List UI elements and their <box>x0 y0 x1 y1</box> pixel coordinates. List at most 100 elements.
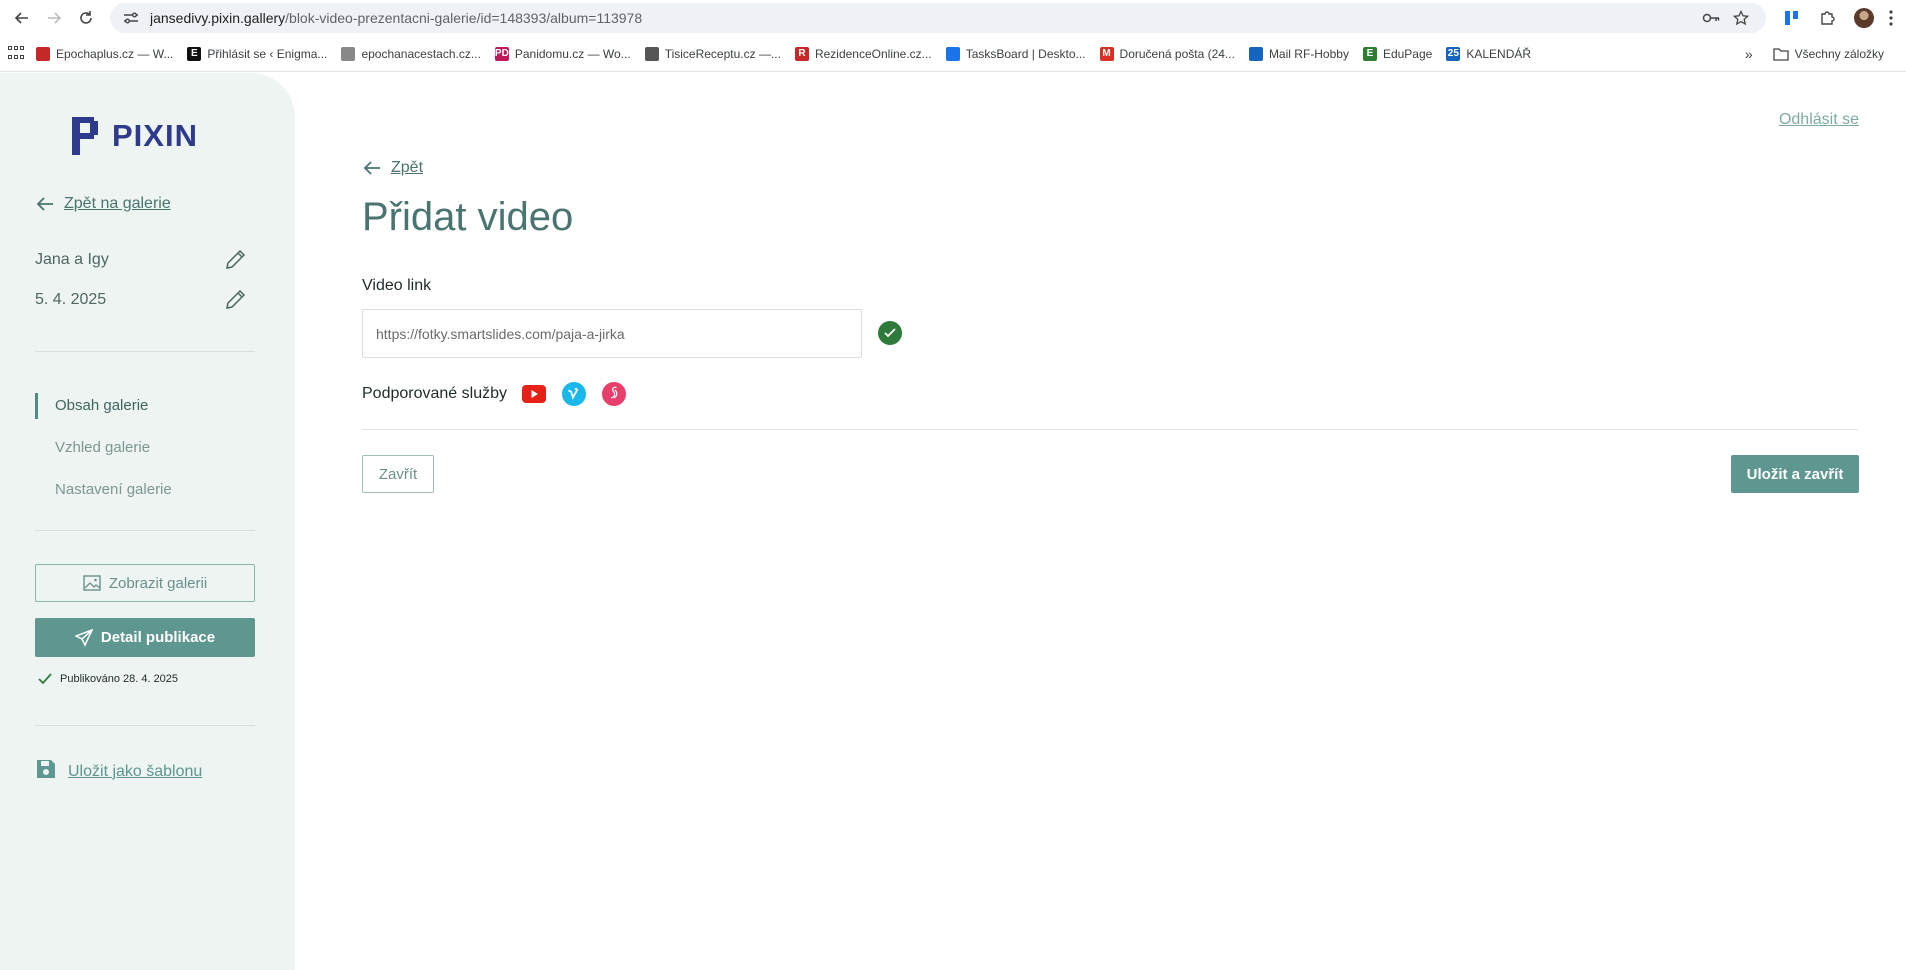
send-icon <box>74 628 93 647</box>
show-gallery-button[interactable]: Zobrazit galerii <box>35 564 255 602</box>
back-link[interactable]: Zpět <box>363 159 423 177</box>
sidebar-divider <box>35 351 255 352</box>
bookmark-item[interactable]: M Doručená pošta (24... <box>1099 46 1235 61</box>
back-arrow-icon[interactable] <box>6 2 38 34</box>
bookmark-label: KALENDÁŘ <box>1466 46 1532 61</box>
bookmark-label: Panidomu.cz — Wo... <box>514 46 631 61</box>
url-text: jansedivy.pixin.gallery/blok-video-preze… <box>150 10 643 26</box>
bookmark-label: Přihlásit se ‹ Enigma... <box>207 46 328 61</box>
pixin-logo-mark-icon <box>72 117 98 155</box>
logout-link[interactable]: Odhlásit se <box>1779 111 1859 129</box>
vimeo-icon <box>561 381 587 407</box>
bookmark-item[interactable]: R RezidenceOnline.cz... <box>794 46 932 61</box>
star-icon[interactable] <box>1726 10 1756 26</box>
menu-item-vzhled-galerie[interactable]: Vzhled galerie <box>35 427 172 469</box>
bookmark-label: TasksBoard | Deskto... <box>965 46 1086 61</box>
back-to-galleries-link[interactable]: Zpět na galerie <box>36 195 171 213</box>
bookmark-favicon-icon: PD <box>494 46 509 61</box>
image-icon <box>83 575 101 591</box>
bookmark-item[interactable]: Mail RF-Hobby <box>1248 46 1349 61</box>
bookmark-favicon-icon: R <box>794 46 809 61</box>
bookmark-label: Epochaplus.cz — W... <box>56 46 174 61</box>
supported-services: Podporované služby <box>362 381 627 407</box>
bookmark-favicon-icon <box>945 46 960 61</box>
address-bar[interactable]: jansedivy.pixin.gallery/blok-video-preze… <box>110 3 1766 33</box>
bookmark-item[interactable]: epochanacestach.cz... <box>341 46 481 61</box>
sidebar-divider <box>35 530 255 531</box>
bookmark-favicon-icon: 25 <box>1446 46 1461 61</box>
gallery-date-row: 5. 4. 2025 <box>35 288 247 312</box>
published-text: Publikováno 28. 4. 2025 <box>60 673 179 685</box>
bookmark-label: TisiceReceptu.cz —... <box>664 46 781 61</box>
bookmark-label: EduPage <box>1382 46 1433 61</box>
bookmark-label: epochanacestach.cz... <box>361 46 481 61</box>
arrow-left-icon <box>36 197 53 211</box>
reload-icon[interactable] <box>70 2 102 34</box>
key-icon[interactable] <box>1696 12 1726 24</box>
publish-detail-label: Detail publikace <box>100 629 216 646</box>
browser-menu-icon[interactable] <box>1882 2 1900 34</box>
pixin-logo[interactable]: PIXIN <box>72 117 198 155</box>
edit-date-pencil-icon[interactable] <box>223 288 247 312</box>
publish-detail-button[interactable]: Detail publikace <box>35 618 255 657</box>
bookmark-item[interactable]: TisiceReceptu.cz —... <box>644 46 781 61</box>
video-link-input[interactable] <box>362 309 862 358</box>
bookmark-favicon-icon <box>1248 46 1263 61</box>
gallery-name: Jana a Igy <box>35 251 109 268</box>
apps-grid-icon[interactable] <box>8 45 24 62</box>
forward-arrow-icon[interactable] <box>38 2 70 34</box>
menu-item-label: Nastavení galerie <box>55 481 172 498</box>
youtube-icon <box>521 381 547 407</box>
back-label: Zpět <box>391 159 424 176</box>
bookmark-item[interactable]: Epochaplus.cz — W... <box>36 46 174 61</box>
site-settings-icon[interactable] <box>120 11 142 25</box>
menu-item-nastaveni-galerie[interactable]: Nastavení galerie <box>35 469 172 511</box>
show-gallery-label: Zobrazit galerii <box>108 574 208 592</box>
bookmark-favicon-icon <box>644 46 659 61</box>
all-bookmarks-folder[interactable]: Všechny záložky <box>1772 46 1884 61</box>
browser-toolbar: jansedivy.pixin.gallery/blok-video-preze… <box>0 0 1906 36</box>
profile-avatar[interactable] <box>1846 2 1882 34</box>
published-status: Publikováno 28. 4. 2025 <box>38 673 178 685</box>
supported-services-label: Podporované služby <box>362 385 507 402</box>
gallery-menu: Obsah galerie Vzhled galerie Nastavení g… <box>35 385 172 511</box>
save-as-template-link[interactable]: Uložit jako šablonu <box>36 759 202 784</box>
page-title: Přidat video <box>362 195 574 239</box>
gallery-name-row: Jana a Igy <box>35 248 247 272</box>
save-as-template-label: Uložit jako šablonu <box>68 762 203 780</box>
bookmark-favicon-icon <box>341 46 356 61</box>
bookmark-favicon-icon: M <box>1099 46 1114 61</box>
extensions-puzzle-icon[interactable] <box>1810 2 1846 34</box>
bookmarks-bar: Epochaplus.cz — W... E Přihlásit se ‹ Enig… <box>0 36 1906 72</box>
bookmark-favicon-icon: E <box>1362 46 1377 61</box>
bookmark-item[interactable]: TasksBoard | Deskto... <box>945 46 1086 61</box>
save-and-close-button[interactable]: Uložit a zavřít <box>1731 455 1859 493</box>
menu-item-label: Obsah galerie <box>55 397 149 414</box>
floppy-disk-icon <box>36 759 56 784</box>
bookmark-favicon-icon <box>36 46 50 61</box>
all-bookmarks-label: Všechny záložky <box>1794 46 1884 61</box>
pixin-logo-text: PIXIN <box>112 118 198 153</box>
bookmark-item[interactable]: E EduPage <box>1362 46 1433 61</box>
more-bookmarks-icon[interactable]: » <box>1745 46 1753 62</box>
bookmark-item[interactable]: E Přihlásit se ‹ Enigma... <box>187 46 328 61</box>
video-link-label: Video link <box>362 277 432 294</box>
checkmark-icon <box>38 673 52 685</box>
bookmark-item[interactable]: 25 KALENDÁŘ <box>1446 46 1532 61</box>
edit-name-pencil-icon[interactable] <box>223 248 247 272</box>
menu-item-label: Vzhled galerie <box>55 439 151 456</box>
back-to-galleries-label: Zpět na galerie <box>64 195 171 212</box>
bookmark-label: Doručená pošta (24... <box>1119 46 1235 61</box>
menu-item-obsah-galerie[interactable]: Obsah galerie <box>35 385 172 427</box>
bookmark-label: Mail RF-Hobby <box>1268 46 1349 61</box>
bookmark-favicon-icon: E <box>187 46 202 61</box>
bookmark-label: RezidenceOnline.cz... <box>814 46 932 61</box>
bookmark-item[interactable]: PD Panidomu.cz — Wo... <box>494 46 631 61</box>
close-button[interactable]: Zavřít <box>362 455 434 493</box>
sidebar-divider <box>35 725 255 726</box>
tasksboard-extension-icon[interactable] <box>1774 2 1810 34</box>
valid-check-icon <box>878 321 902 345</box>
app-area: PIXIN Zpět na galerie Jana a Igy 5. 4. 2… <box>0 73 1906 970</box>
form-divider <box>362 429 1858 430</box>
sidebar: PIXIN Zpět na galerie Jana a Igy 5. 4. 2… <box>0 73 295 970</box>
